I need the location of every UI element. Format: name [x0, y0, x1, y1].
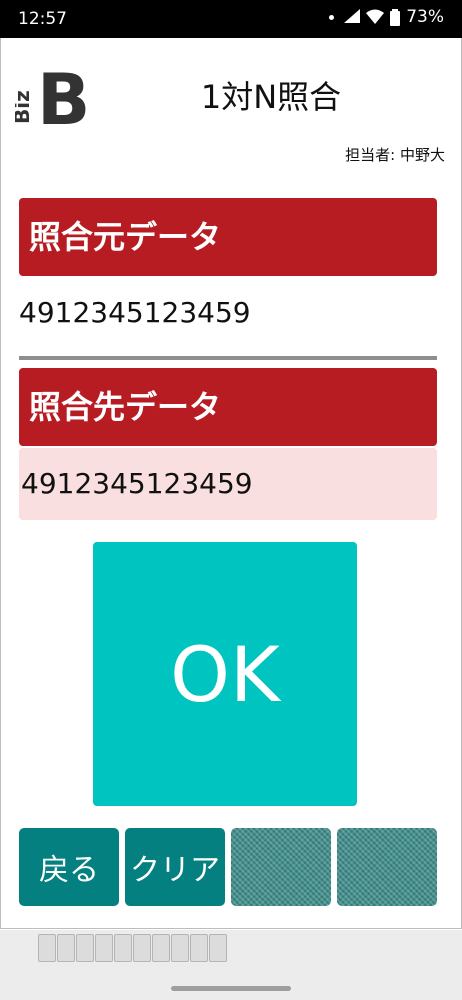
app-frame: Biz B 1対N照合 担当者: 中野大 照合元データ 491234512345…	[0, 38, 462, 929]
bizb-logo: Biz B	[15, 64, 90, 130]
key[interactable]	[95, 934, 113, 962]
source-data-value: 4912345123459	[19, 296, 251, 329]
svg-text:B: B	[37, 64, 90, 130]
key[interactable]	[133, 934, 151, 962]
page-title: 1対N照合	[200, 78, 342, 116]
clear-button[interactable]: クリア	[125, 828, 225, 906]
system-navigation-bar	[0, 930, 462, 1000]
status-icons: 73%	[329, 7, 444, 27]
target-data-field[interactable]: 4912345123459	[19, 448, 437, 520]
target-data-header: 照合先データ	[19, 368, 437, 446]
key[interactable]	[57, 934, 75, 962]
signal-icon	[344, 9, 361, 23]
operator-label: 担当者: 中野大	[345, 146, 445, 164]
key[interactable]	[38, 934, 56, 962]
key[interactable]	[114, 934, 132, 962]
battery-percent: 73%	[406, 7, 444, 27]
match-result-ok[interactable]: OK	[93, 542, 357, 806]
function-button-4-disabled	[337, 828, 437, 906]
key[interactable]	[76, 934, 94, 962]
section-divider	[19, 356, 437, 360]
soft-keyboard-strip	[38, 934, 228, 962]
key[interactable]	[209, 934, 227, 962]
back-button[interactable]: 戻る	[19, 828, 119, 906]
notification-dot-icon	[329, 14, 335, 20]
wifi-icon	[366, 9, 385, 24]
status-bar: 12:57 73%	[0, 0, 462, 38]
key[interactable]	[152, 934, 170, 962]
gesture-handle[interactable]	[171, 986, 291, 991]
target-data-value: 4912345123459	[21, 467, 253, 500]
svg-text:Biz: Biz	[15, 90, 34, 124]
battery-icon	[390, 8, 401, 26]
key[interactable]	[171, 934, 189, 962]
function-button-3-disabled	[231, 828, 331, 906]
status-time: 12:57	[18, 9, 67, 29]
key[interactable]	[190, 934, 208, 962]
source-data-header: 照合元データ	[19, 198, 437, 276]
